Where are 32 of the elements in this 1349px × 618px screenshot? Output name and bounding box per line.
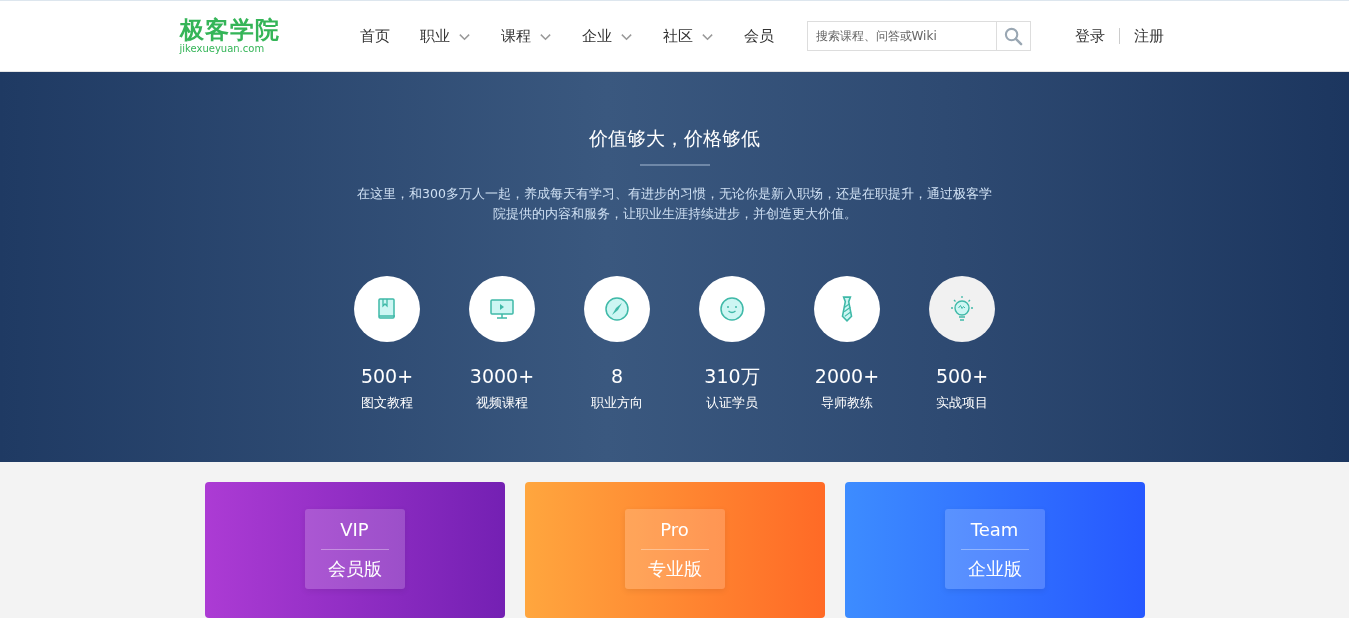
- plan-tier: VIP: [320, 509, 389, 550]
- register-link[interactable]: 注册: [1133, 26, 1164, 46]
- stat-number: 500+: [360, 364, 414, 388]
- nav-link[interactable]: 职业: [404, 16, 486, 56]
- search-button[interactable]: [995, 21, 1031, 51]
- stat-label: 图文教程: [361, 394, 413, 412]
- stat-number: 2000+: [814, 364, 880, 388]
- stat-number: 8: [610, 364, 624, 388]
- hero-description: 在这里，和300多万人一起，养成每天有学习、有进步的习惯，无论你是新入职场，还是在职提升，通过极客学院提供的内容和服务，让职业生涯持续进步，并创造更大价值。: [356, 185, 993, 223]
- search-field[interactable]: 搜索课程、问答或Wiki: [806, 21, 996, 51]
- stat-label: 认证学员: [706, 394, 758, 412]
- login-link[interactable]: 登录: [1074, 26, 1105, 46]
- search-icon: [1003, 26, 1023, 46]
- stat-label: 职业方向: [591, 394, 643, 412]
- stat-label: 实战项目: [936, 394, 988, 412]
- plan-name: 会员版: [327, 557, 382, 580]
- nav-link[interactable]: 首页: [344, 16, 405, 56]
- plan-name: 企业版: [967, 557, 1022, 580]
- stat-number: 500+: [935, 364, 989, 388]
- nav-link[interactable]: 企业: [566, 16, 648, 56]
- stat-number: 3000+: [469, 364, 535, 388]
- stat-label: 导师教练: [821, 394, 873, 412]
- nav-link[interactable]: 社区: [647, 16, 729, 56]
- stat-number: 310万: [704, 364, 760, 388]
- stat-label: 视频课程: [476, 394, 528, 412]
- nav-link[interactable]: 会员: [728, 16, 789, 56]
- hero-title: 价值够大，价格够低: [589, 126, 760, 151]
- plan-tier: Pro: [640, 509, 709, 550]
- plan-card[interactable]: VIP 会员版: [204, 482, 505, 618]
- plan-tier: Team: [960, 509, 1029, 550]
- nav-link[interactable]: 课程: [485, 16, 567, 56]
- plan-name: 专业版: [647, 557, 702, 580]
